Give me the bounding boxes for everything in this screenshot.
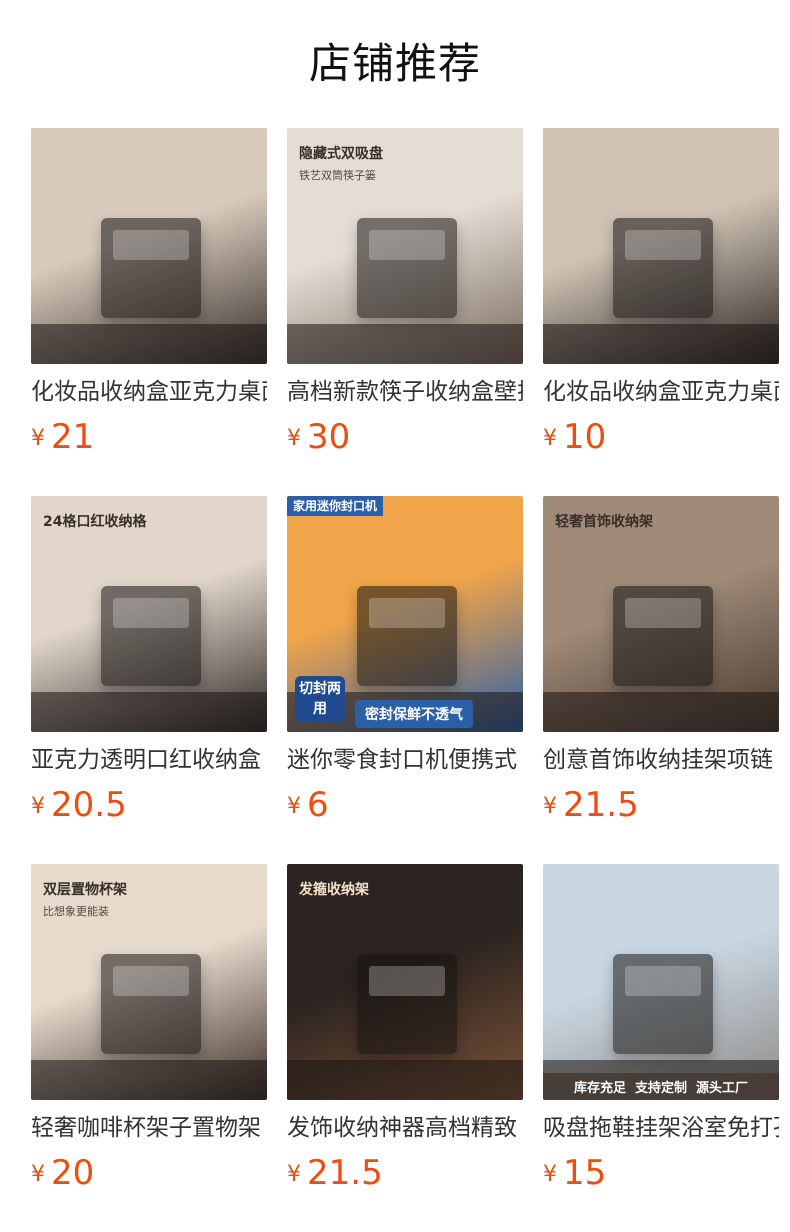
product-card[interactable]: 双层置物杯架 比想象更能装轻奢咖啡杯架子置物架 ¥20 — [31, 864, 267, 1232]
product-highlight — [369, 598, 445, 628]
product-card[interactable]: 发箍收纳架发饰收纳神器高档精致 ¥21.5 — [287, 864, 523, 1232]
product-name[interactable]: 发饰收纳神器高档精致 — [287, 1111, 523, 1145]
table-surface — [31, 692, 267, 732]
product-price: ¥20.5 — [31, 783, 127, 827]
image-overlay-subtext: 比想象更能装 — [43, 905, 109, 918]
product-highlight — [113, 230, 189, 260]
product-highlight — [625, 598, 701, 628]
product-price: ¥20 — [31, 1151, 94, 1195]
table-surface — [31, 324, 267, 364]
product-highlight — [113, 966, 189, 996]
product-image[interactable]: 发箍收纳架 — [287, 864, 523, 1100]
page-title: 店铺推荐 — [308, 39, 481, 88]
product-price: ¥21.5 — [543, 783, 639, 827]
image-badge: 密封保鲜不透气 — [355, 700, 473, 728]
product-highlight — [369, 966, 445, 996]
price-value: 21.5 — [307, 1153, 383, 1193]
image-overlay-subtext: 铁艺双筒筷子篓 — [299, 169, 376, 182]
product-image[interactable]: 轻奢首饰收纳架 — [543, 496, 779, 732]
currency-symbol: ¥ — [287, 794, 301, 819]
image-overlay-text: 发箍收纳架 — [299, 882, 369, 898]
price-value: 10 — [563, 417, 607, 457]
product-card[interactable]: 轻奢首饰收纳架创意首饰收纳挂架项链 ¥21.5 — [543, 496, 779, 864]
product-image[interactable]: 双层置物杯架 比想象更能装 — [31, 864, 267, 1100]
product-price: ¥6 — [287, 783, 329, 827]
product-name[interactable]: 轻奢咖啡杯架子置物架 — [31, 1111, 267, 1145]
price-value: 20.5 — [51, 785, 127, 825]
product-price: ¥30 — [287, 415, 350, 459]
product-card[interactable]: 化妆品收纳盒亚克力桌面 ¥10 — [543, 128, 779, 496]
product-highlight — [625, 966, 701, 996]
product-card[interactable]: 库存充足 支持定制 源头工厂吸盘拖鞋挂架浴室免打孔 ¥15 — [543, 864, 779, 1232]
product-card[interactable]: 家用迷你封口机切封两用 密封保鲜不透气迷你零食封口机便携式 ¥6 — [287, 496, 523, 864]
product-image[interactable]: 24格口红收纳格 — [31, 496, 267, 732]
image-overlay-text: 隐藏式双吸盘 — [299, 146, 383, 162]
image-overlay-text: 轻奢首饰收纳架 — [555, 514, 653, 530]
price-value: 20 — [51, 1153, 95, 1193]
table-surface — [543, 692, 779, 732]
product-card[interactable]: 24格口红收纳格亚克力透明口红收纳盒 ¥20.5 — [31, 496, 267, 864]
table-surface — [31, 1060, 267, 1100]
price-value: 6 — [307, 785, 329, 825]
product-price: ¥15 — [543, 1151, 606, 1195]
product-image[interactable]: 库存充足 支持定制 源头工厂 — [543, 864, 779, 1100]
product-name[interactable]: 高档新款筷子收纳盒壁挂 — [287, 375, 523, 409]
currency-symbol: ¥ — [287, 1162, 301, 1187]
product-name[interactable]: 吸盘拖鞋挂架浴室免打孔 — [543, 1111, 779, 1145]
table-surface — [543, 324, 779, 364]
image-overlay-text: 双层置物杯架 — [43, 882, 127, 898]
product-image[interactable] — [543, 128, 779, 364]
currency-symbol: ¥ — [543, 1162, 557, 1187]
price-value: 30 — [307, 417, 351, 457]
currency-symbol: ¥ — [543, 426, 557, 451]
table-surface — [287, 1060, 523, 1100]
currency-symbol: ¥ — [31, 1162, 45, 1187]
product-image[interactable]: 家用迷你封口机切封两用 密封保鲜不透气 — [287, 496, 523, 732]
image-overlay-text: 家用迷你封口机 — [287, 496, 384, 516]
product-highlight — [625, 230, 701, 260]
image-overlay-text: 24格口红收纳格 — [43, 514, 147, 530]
product-image[interactable]: 隐藏式双吸盘 铁艺双筒筷子篓 — [287, 128, 523, 364]
currency-symbol: ¥ — [31, 426, 45, 451]
product-name[interactable]: 创意首饰收纳挂架项链 — [543, 743, 779, 777]
product-highlight — [113, 598, 189, 628]
currency-symbol: ¥ — [31, 794, 45, 819]
table-surface — [287, 324, 523, 364]
product-price: ¥10 — [543, 415, 606, 459]
product-grid: 化妆品收纳盒亚克力桌面 ¥21 隐藏式双吸盘 铁艺双筒筷子篓高档新款筷子收纳盒壁挂 ¥3… — [31, 128, 779, 1232]
price-value: 21 — [51, 417, 95, 457]
product-name[interactable]: 化妆品收纳盒亚克力桌面 — [31, 375, 267, 409]
product-card[interactable]: 隐藏式双吸盘 铁艺双筒筷子篓高档新款筷子收纳盒壁挂 ¥30 — [287, 128, 523, 496]
currency-symbol: ¥ — [543, 794, 557, 819]
image-badge-secondary: 切封两用 — [295, 676, 345, 722]
product-name[interactable]: 亚克力透明口红收纳盒 — [31, 743, 267, 777]
currency-symbol: ¥ — [287, 426, 301, 451]
product-price: ¥21.5 — [287, 1151, 383, 1195]
product-name[interactable]: 化妆品收纳盒亚克力桌面 — [543, 375, 779, 409]
product-name[interactable]: 迷你零食封口机便携式 — [287, 743, 523, 777]
product-highlight — [369, 230, 445, 260]
product-image[interactable] — [31, 128, 267, 364]
product-card[interactable]: 化妆品收纳盒亚克力桌面 ¥21 — [31, 128, 267, 496]
price-value: 21.5 — [563, 785, 639, 825]
product-price: ¥21 — [31, 415, 94, 459]
price-value: 15 — [563, 1153, 607, 1193]
image-badge: 库存充足 支持定制 源头工厂 — [543, 1073, 779, 1100]
